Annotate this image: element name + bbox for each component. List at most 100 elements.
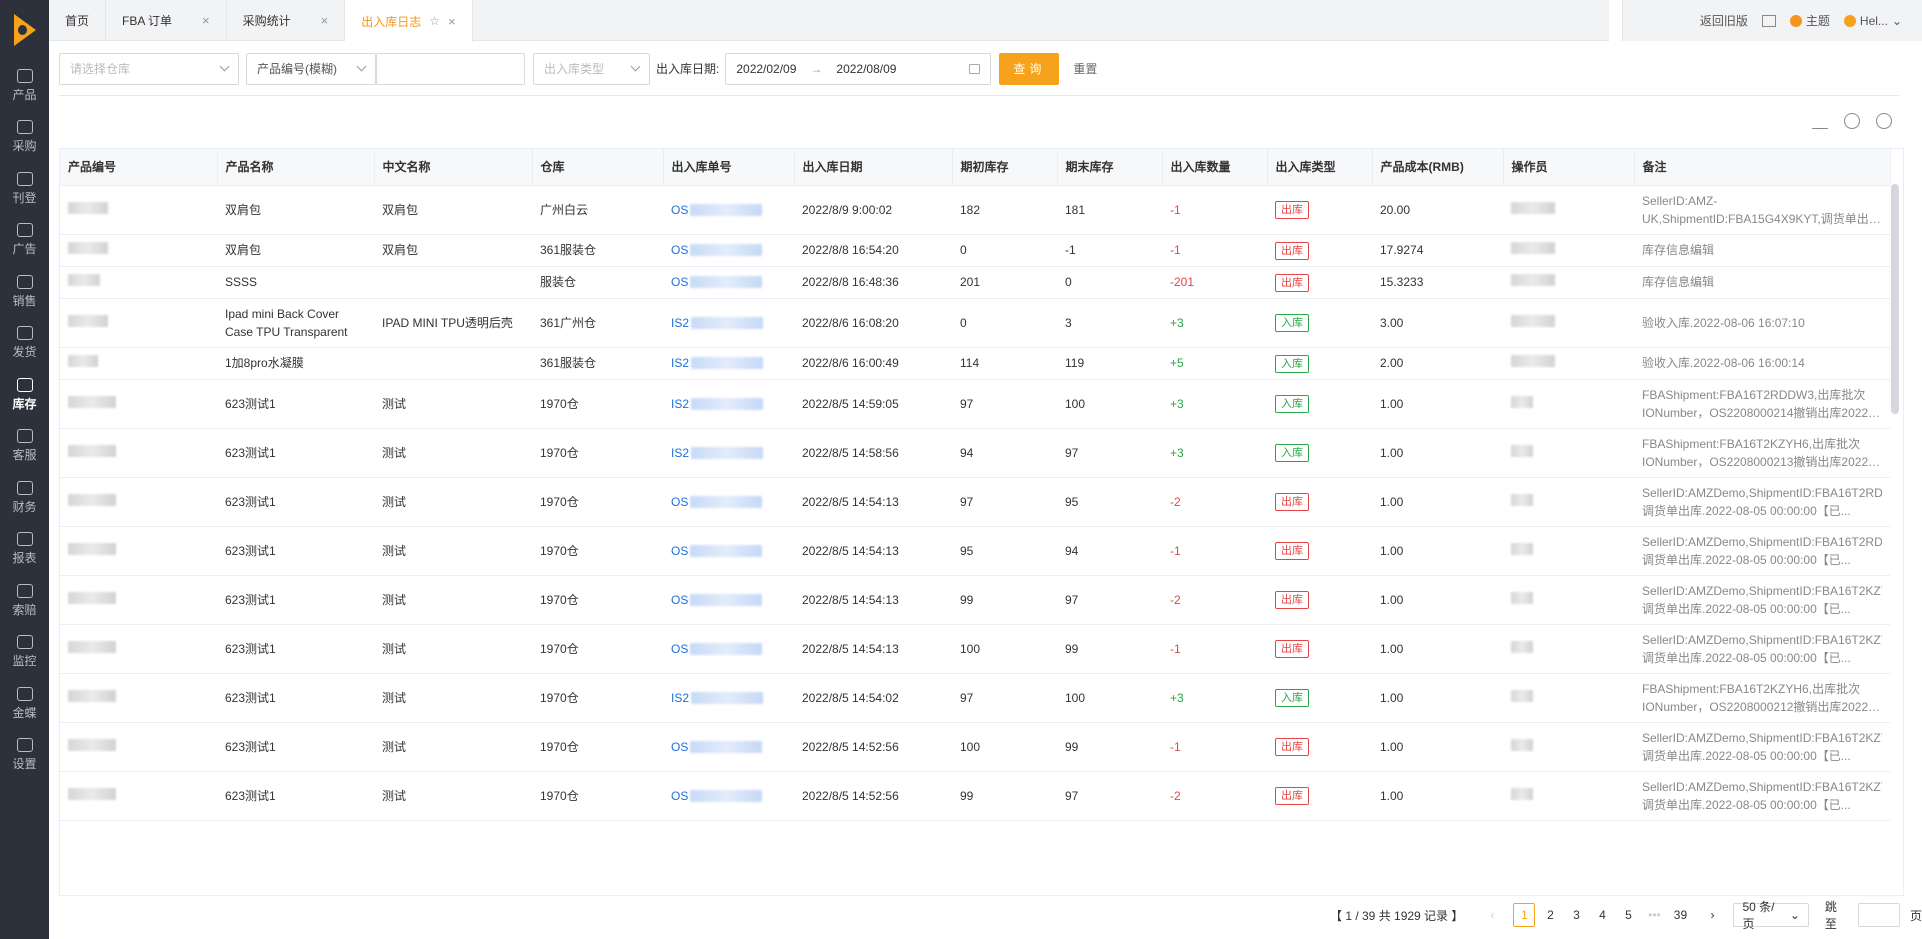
product-code-cell[interactable] <box>60 624 217 674</box>
product-code-cell[interactable] <box>60 575 217 625</box>
sidebar-item-11[interactable]: 监控 <box>0 627 49 679</box>
jump-page-input[interactable] <box>1857 903 1900 927</box>
sidebar-item-10[interactable]: 索赔 <box>0 575 49 627</box>
product-code-cell[interactable] <box>60 771 217 821</box>
table-row[interactable]: 623测试1 测试 1970仓 IS2 2022/8/5 14:58:56 94 97 +3 入… <box>60 428 1890 478</box>
table-row[interactable]: 623测试1 测试 1970仓 OS 2022/8/5 14:54:13 100 99 -1 出… <box>60 624 1890 674</box>
table-row[interactable]: 623测试1 测试 1970仓 IS2 2022/8/5 14:59:05 97 100 +3… <box>60 379 1890 429</box>
order-number-link[interactable]: IS2 <box>671 689 764 707</box>
sidebar-item-6[interactable]: 库存 <box>0 369 49 421</box>
page-button[interactable]: 5 <box>1617 903 1639 927</box>
sidebar-item-0[interactable]: 产品 <box>0 60 49 112</box>
order-number-link[interactable]: OS <box>671 787 763 805</box>
sidebar-item-12[interactable]: 金蝶 <box>0 678 49 730</box>
column-header[interactable]: 中文名称 <box>374 149 533 186</box>
sidebar-item-8[interactable]: 财务 <box>0 472 49 524</box>
language-toggle-icon[interactable] <box>1761 14 1776 27</box>
sidebar-item-13[interactable]: 设置 <box>0 730 49 782</box>
close-icon[interactable]: × <box>448 14 456 29</box>
product-code-cell[interactable] <box>60 234 217 267</box>
io-type-select[interactable]: 出入库类型 <box>533 52 650 85</box>
tab-2[interactable]: 采购统计 × <box>227 0 346 41</box>
settings-icon[interactable] <box>1844 113 1860 129</box>
reset-button[interactable]: 重置 <box>1073 60 1097 77</box>
product-code-cell[interactable] <box>60 379 217 429</box>
product-code-cell[interactable] <box>60 526 217 576</box>
theme-button[interactable]: 主题 <box>1789 12 1830 29</box>
date-range-picker[interactable]: 2022/02/09 → 2022/08/09 <box>725 52 992 85</box>
sidebar-item-2[interactable]: 刊登 <box>0 163 49 215</box>
column-header[interactable]: 产品编号 <box>60 149 218 186</box>
order-number-link[interactable]: IS2 <box>671 444 764 462</box>
order-number-link[interactable]: OS <box>671 738 763 756</box>
page-button[interactable]: 3 <box>1565 903 1587 927</box>
order-number-link[interactable]: OS <box>671 542 763 560</box>
product-code-cell[interactable] <box>60 673 217 723</box>
warehouse-select[interactable]: 请选择仓库 <box>59 52 239 85</box>
table-row[interactable]: 双肩包 双肩包 广州白云 OS 2022/8/9 9:00:02 182 181 -1 出库 20… <box>60 185 1890 235</box>
order-number-link[interactable]: IS2 <box>671 395 764 413</box>
download-icon[interactable] <box>1812 113 1828 129</box>
column-header[interactable]: 产品名称 <box>217 149 375 186</box>
table-row[interactable]: 623测试1 测试 1970仓 OS 2022/8/5 14:52:56 99 97 -2 出库… <box>60 771 1890 821</box>
tab-3[interactable]: 出入库日志 ☆ × <box>345 0 473 42</box>
table-row[interactable]: 623测试1 测试 1970仓 OS 2022/8/5 14:54:13 95 94 -1 出库… <box>60 526 1890 576</box>
page-ellipsis[interactable]: ••• <box>1643 903 1665 927</box>
column-header[interactable]: 出入库类型 <box>1267 149 1373 186</box>
product-code-input[interactable] <box>376 52 525 85</box>
product-code-cell[interactable] <box>60 428 217 478</box>
page-size-select[interactable]: 50 条/页 ⌄ <box>1733 900 1809 931</box>
sidebar-item-4[interactable]: 销售 <box>0 266 49 318</box>
table-row[interactable]: 双肩包 双肩包 361服装仓 OS 2022/8/8 16:54:20 0 -1 -1 出库 17… <box>60 234 1890 267</box>
table-row[interactable]: 623测试1 测试 1970仓 OS 2022/8/5 14:54:13 97 95 -2 出库… <box>60 477 1890 527</box>
sidebar-item-7[interactable]: 客服 <box>0 421 49 473</box>
product-code-cell[interactable] <box>60 266 217 299</box>
table-row[interactable]: 623测试1 测试 1970仓 OS 2022/8/5 14:54:13 99 97 -2 出库… <box>60 575 1890 625</box>
order-number-link[interactable]: OS <box>671 640 763 658</box>
product-code-cell[interactable] <box>60 298 217 348</box>
column-header[interactable]: 期末库存 <box>1057 149 1163 186</box>
column-header[interactable]: 出入库日期 <box>794 149 953 186</box>
column-header[interactable]: 期初库存 <box>952 149 1058 186</box>
date-end[interactable]: 2022/08/09 <box>836 62 896 76</box>
order-number-link[interactable]: OS <box>671 273 763 291</box>
column-header[interactable]: 出入库单号 <box>663 149 795 186</box>
table-scrollbar[interactable] <box>1891 184 1899 414</box>
page-button[interactable]: 39 <box>1669 903 1691 927</box>
order-number-link[interactable]: IS2 <box>671 354 764 372</box>
column-header[interactable]: 备注 <box>1634 149 1891 186</box>
close-icon[interactable]: × <box>321 13 329 28</box>
table-row[interactable]: 623测试1 测试 1970仓 IS2 2022/8/5 14:54:02 97 100 +3… <box>60 673 1890 723</box>
product-code-mode-select[interactable]: 产品编号(模糊) <box>246 52 376 85</box>
product-code-cell[interactable] <box>60 185 217 235</box>
prev-page-button[interactable]: ‹ <box>1481 903 1503 927</box>
table-row[interactable]: Ipad mini Back Cover Case TPU Transparen… <box>60 298 1890 348</box>
page-button[interactable]: 1 <box>1513 903 1536 927</box>
next-page-button[interactable]: › <box>1701 903 1723 927</box>
sidebar-item-9[interactable]: 报表 <box>0 524 49 576</box>
column-header[interactable]: 产品成本(RMB) <box>1372 149 1504 186</box>
column-header[interactable]: 出入库数量 <box>1162 149 1268 186</box>
product-code-cell[interactable] <box>60 347 217 380</box>
tab-0[interactable]: 首页 <box>49 0 107 41</box>
table-row[interactable]: 1加8pro水凝膜 361服装仓 IS2 2022/8/6 16:00:49 114 11… <box>60 347 1890 380</box>
app-logo[interactable] <box>0 0 49 60</box>
user-menu[interactable]: Hel... ⌄ <box>1843 14 1902 28</box>
sidebar-item-5[interactable]: 发货 <box>0 318 49 370</box>
order-number-link[interactable]: OS <box>671 201 763 219</box>
product-code-cell[interactable] <box>60 477 217 527</box>
sidebar-item-3[interactable]: 广告 <box>0 215 49 267</box>
star-icon[interactable]: ☆ <box>429 14 440 28</box>
column-header[interactable]: 仓库 <box>532 149 664 186</box>
back-old-version-link[interactable]: 返回旧版 <box>1700 12 1748 29</box>
sidebar-item-1[interactable]: 采购 <box>0 112 49 164</box>
help-icon[interactable] <box>1876 113 1892 129</box>
product-code-cell[interactable] <box>60 722 217 772</box>
page-button[interactable]: 4 <box>1591 903 1613 927</box>
table-row[interactable]: 623测试1 测试 1970仓 OS 2022/8/5 14:52:56 100 99 -1 出… <box>60 722 1890 772</box>
order-number-link[interactable]: IS2 <box>671 314 764 332</box>
column-header[interactable]: 操作员 <box>1503 149 1635 186</box>
table-row[interactable]: SSSS 服装仓 OS 2022/8/8 16:48:36 201 0 -201 出库 15.3… <box>60 266 1890 299</box>
query-button[interactable]: 查询 <box>999 52 1060 85</box>
tab-1[interactable]: FBA 订单 × <box>106 0 227 41</box>
